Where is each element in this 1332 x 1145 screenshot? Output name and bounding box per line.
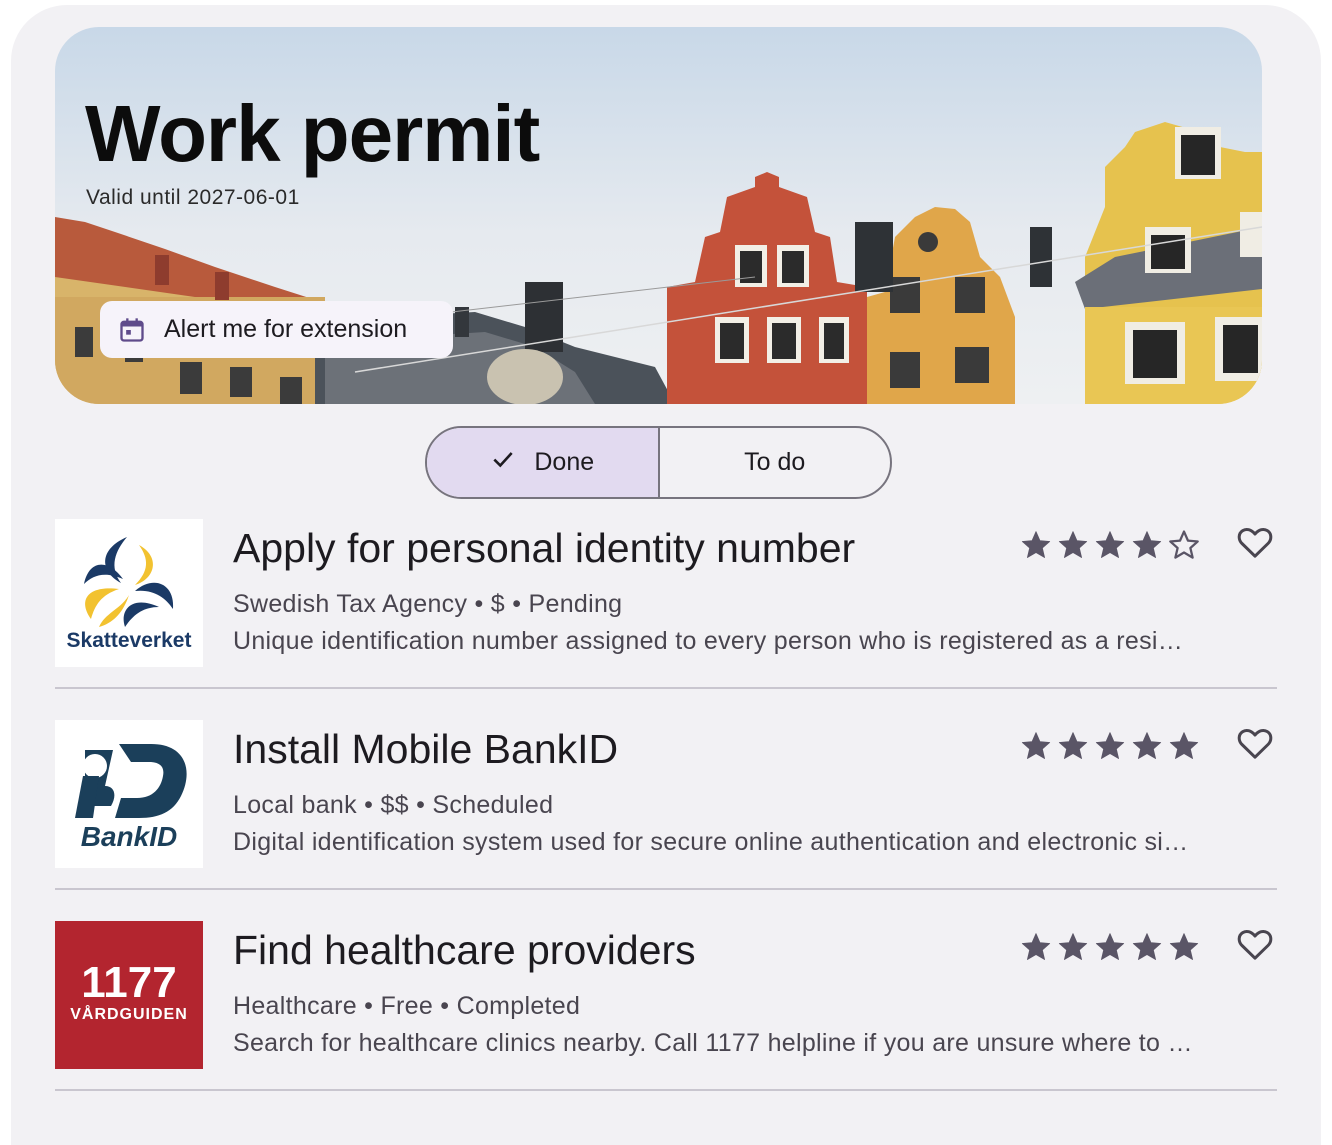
star-filled-icon (1095, 732, 1125, 759)
star-filled-icon (1169, 933, 1199, 960)
star-filled-icon (1132, 933, 1162, 960)
favorite-heart-icon[interactable] (1234, 924, 1276, 964)
skatteverket-logo: Skatteverket (55, 519, 203, 667)
task-title: Find healthcare providers (233, 927, 696, 973)
task-title: Apply for personal identity number (233, 525, 856, 571)
star-filled-icon (1132, 732, 1162, 759)
hero-banner: Work permit Valid until 2027-06-01 Alert… (55, 27, 1262, 404)
list-item[interactable]: Skatteverket Apply for personal identity… (55, 519, 1277, 689)
task-meta: Healthcare • Free • Completed (233, 992, 581, 1020)
rating-stars (1019, 930, 1201, 964)
segment-todo[interactable]: To do (660, 428, 891, 497)
star-filled-icon (1169, 732, 1199, 759)
skatteverket-logo-text: Skatteverket (67, 629, 192, 652)
star-filled-icon (1021, 933, 1051, 960)
rating-stars (1019, 528, 1201, 562)
list-item[interactable]: 1177 VÅRDGUIDEN Find healthcare provider… (55, 921, 1277, 1091)
calendar-icon (118, 316, 146, 344)
1177-vardguiden-logo: 1177 VÅRDGUIDEN (55, 921, 203, 1069)
star-filled-icon (1132, 531, 1162, 558)
task-meta: Local bank • $$ • Scheduled (233, 791, 554, 819)
list-divider (55, 1089, 1277, 1091)
task-description: Search for healthcare clinics nearby. Ca… (233, 1029, 1193, 1057)
star-filled-icon (1095, 531, 1125, 558)
task-title: Install Mobile BankID (233, 726, 619, 772)
task-meta: Swedish Tax Agency • $ • Pending (233, 590, 623, 618)
star-empty-icon (1169, 530, 1199, 559)
segment-done-label: Done (534, 448, 595, 476)
status-segmented-control: Done To do (425, 426, 892, 499)
segment-done[interactable]: Done (427, 428, 660, 497)
list-item[interactable]: BankID Install Mobile BankID Local bank … (55, 720, 1277, 890)
segment-todo-label: To do (744, 448, 806, 476)
star-filled-icon (1021, 531, 1051, 558)
rating-stars (1019, 729, 1201, 763)
favorite-heart-icon[interactable] (1234, 522, 1276, 562)
star-filled-icon (1021, 732, 1051, 759)
star-filled-icon (1058, 531, 1088, 558)
page-title: Work permit (85, 89, 540, 178)
task-description: Unique identification number assigned to… (233, 627, 1193, 655)
star-filled-icon (1058, 732, 1088, 759)
vardguiden-logo-word: VÅRDGUIDEN (70, 1004, 188, 1023)
list-divider (55, 687, 1277, 689)
check-icon (490, 446, 534, 479)
vardguiden-logo-number: 1177 (81, 958, 176, 1007)
bankid-logo: BankID (55, 720, 203, 868)
favorite-heart-icon[interactable] (1234, 723, 1276, 763)
star-filled-icon (1095, 933, 1125, 960)
star-filled-icon (1058, 933, 1088, 960)
validity-date: Valid until 2027-06-01 (86, 186, 300, 209)
bankid-logo-text: BankID (81, 821, 177, 852)
task-description: Digital identification system used for s… (233, 828, 1193, 856)
list-divider (55, 888, 1277, 890)
alert-extension-button[interactable]: Alert me for extension (100, 301, 453, 358)
alert-extension-label: Alert me for extension (164, 315, 408, 343)
